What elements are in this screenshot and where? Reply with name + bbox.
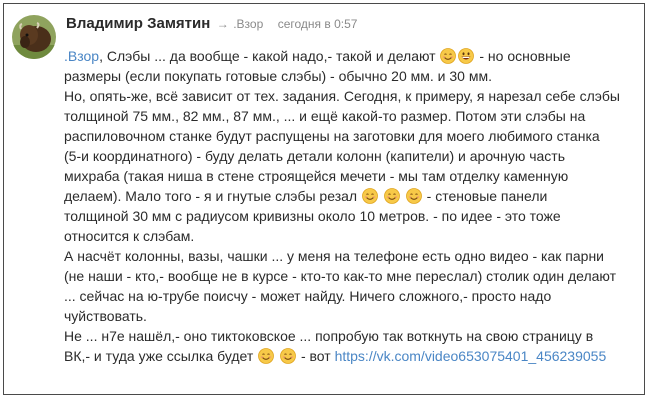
text-line: (5-и координатного) - буду делать детали… <box>64 148 565 164</box>
smiling-face-emoji-icon <box>440 48 457 64</box>
text-line: толщиной 75 мм., 82 мм., 87 мм., ... и е… <box>64 108 586 124</box>
text-line: (не наши - кто,- вообще не в курсе - кто… <box>64 268 617 284</box>
author-name[interactable]: Владимир Замятин <box>66 15 210 32</box>
reply-target[interactable]: .Взор <box>233 17 263 31</box>
text-line: толщиной 30 мм с радиусом кривизны около… <box>64 208 561 224</box>
comment-header: Владимир Замятин → .Взор сегодня в 0:57 <box>66 15 357 33</box>
text-fragment: делаем). Мало того - я и гнутые слэбы ре… <box>64 188 358 204</box>
text-line: Не ... н7е нашёл,- оно тиктоковское ... … <box>64 328 594 344</box>
video-link[interactable]: https://vk.com/video653075401_456239055 <box>335 348 607 364</box>
text-line: размеры (если покупать готовые слэбы) - … <box>64 68 492 84</box>
smiling-face-emoji-icon <box>258 348 275 364</box>
smiling-face-emoji-icon <box>362 188 378 204</box>
grinning-face-emoji-icon <box>458 48 475 64</box>
text-line: чуйствовать. <box>64 308 147 324</box>
text-fragment: - вот <box>300 348 331 364</box>
text-line: делаем). Мало того - я и гнутые слэбы ре… <box>64 186 639 206</box>
text-line: Но, опять-же, всё зависит от тех. задани… <box>64 88 620 104</box>
smiling-face-emoji-icon <box>383 188 400 204</box>
text-fragment: ВК,- и туда уже ссылка будет <box>64 348 254 364</box>
comment-text: .Взор, Слэбы ... да вообще - какой надо,… <box>64 46 639 366</box>
text-line: михраба (такая ниша в стене строящейся м… <box>64 168 569 184</box>
comment-time[interactable]: сегодня в 0:57 <box>278 17 358 31</box>
bison-avatar-icon <box>12 15 56 59</box>
text-line: распиловочном станке будут распущены на … <box>64 128 600 144</box>
smiling-face-emoji-icon <box>405 188 422 204</box>
text-line: ... сейчас на ю-трубе поисчу - может най… <box>64 288 552 304</box>
reply-arrow-icon: → <box>216 17 229 31</box>
text-line: относится к слэбам. <box>64 228 195 244</box>
text-fragment: , Слэбы ... да вообще - какой надо,- так… <box>99 48 436 64</box>
reply-mention[interactable]: .Взор <box>64 48 99 64</box>
text-line: ВК,- и туда уже ссылка будет - вот https… <box>64 346 639 366</box>
author-avatar[interactable] <box>12 15 56 59</box>
comment-card: Владимир Замятин → .Взор сегодня в 0:57 … <box>3 3 645 395</box>
text-fragment: - но основные <box>479 48 571 64</box>
smiling-face-emoji-icon <box>280 348 296 364</box>
text-line: А насчёт колонны, вазы, чашки ... у меня… <box>64 248 604 264</box>
text-fragment: - стеновые панели <box>426 188 548 204</box>
text-line: .Взор, Слэбы ... да вообще - какой надо,… <box>64 46 639 66</box>
